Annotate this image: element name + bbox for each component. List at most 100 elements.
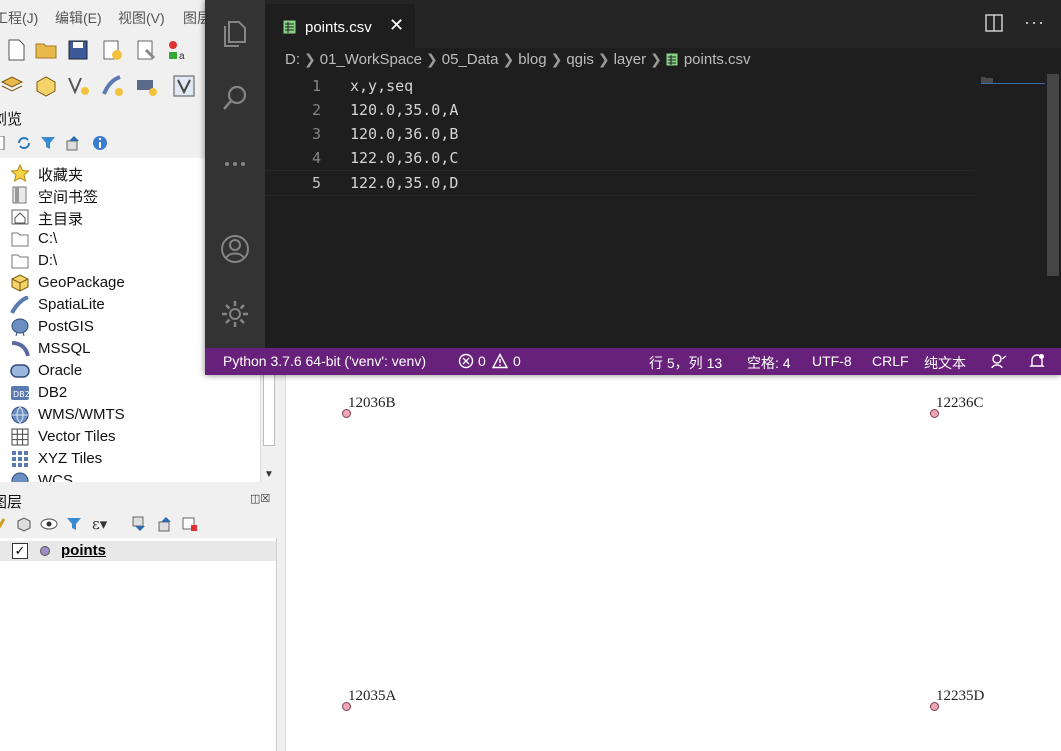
tree-item-xyz-tiles[interactable]: XYZ Tiles (10, 448, 260, 470)
qgis-file-toolbar: a (0, 34, 210, 68)
code-line[interactable]: 3 120.0,36.0,B (265, 122, 975, 146)
expression-filter-icon[interactable]: ε▾ (92, 515, 107, 533)
new-geopackage-icon[interactable] (34, 74, 58, 98)
folder-icon (11, 232, 29, 247)
breadcrumb-item[interactable]: D: (285, 51, 300, 68)
settings-gear-icon[interactable] (219, 298, 251, 330)
remove-layer-icon[interactable] (182, 516, 198, 532)
code-line-current[interactable]: 5 122.0,35.0,D (265, 170, 975, 196)
tab-title: points.csv (305, 19, 372, 36)
search-icon[interactable] (219, 82, 251, 114)
layer-visibility-checkbox[interactable]: ✓ (12, 543, 28, 559)
menu-edit[interactable]: 编辑(E) (55, 8, 102, 28)
mssql-icon (11, 341, 30, 357)
cursor-position[interactable]: 行 5，列 13 (649, 353, 722, 373)
python-interpreter[interactable]: Python 3.7.6 64-bit ('venv': venv) (223, 353, 426, 369)
breadcrumb-file[interactable]: points.csv (684, 51, 751, 68)
line-text[interactable]: x,y,seq (350, 77, 413, 95)
code-line[interactable]: 2 120.0,35.0,A (265, 98, 975, 122)
error-count[interactable]: 0 (478, 353, 486, 369)
code-editor[interactable]: 1 x,y,seq 2 120.0,35.0,A 3 120.0,36.0,B … (265, 74, 1061, 348)
scroll-down-arrow-icon[interactable]: ▼ (264, 469, 274, 480)
map-canvas[interactable]: 12036B 12236C 12035A 12235D (285, 375, 1061, 751)
split-editor-icon[interactable] (985, 14, 1003, 32)
layer-name[interactable]: points (61, 542, 106, 559)
code-line[interactable]: 4 122.0,36.0,C (265, 146, 975, 170)
filter-legend-icon[interactable] (66, 516, 82, 532)
tree-item-db2[interactable]: DB2 DB2 (10, 382, 260, 404)
breadcrumb-item[interactable]: layer (614, 51, 647, 68)
encoding[interactable]: UTF-8 (812, 353, 852, 369)
data-source-manager-icon[interactable] (0, 74, 24, 98)
collapse-all-icon[interactable] (66, 135, 82, 151)
visibility-eye-icon[interactable] (40, 516, 58, 532)
new-print-layout-icon[interactable] (100, 38, 124, 62)
save-project-icon[interactable] (66, 38, 90, 62)
add-vector-layer-icon[interactable] (172, 74, 196, 98)
breadcrumb-item[interactable]: 01_WorkSpace (320, 51, 422, 68)
add-group-icon[interactable] (16, 516, 32, 532)
line-number: 5 (311, 174, 321, 192)
editor-scroll-thumb[interactable] (1047, 74, 1059, 276)
info-icon[interactable] (92, 135, 108, 151)
breadcrumb-item[interactable]: qgis (566, 51, 594, 68)
more-views-icon[interactable] (219, 148, 251, 180)
warning-icon[interactable] (492, 353, 508, 369)
code-line[interactable]: 1 x,y,seq (265, 74, 975, 98)
close-icon[interactable]: ✕ (389, 15, 404, 36)
new-shapefile-icon[interactable] (66, 74, 90, 98)
layout-manager-icon[interactable] (134, 38, 158, 62)
open-project-icon[interactable] (34, 38, 58, 62)
account-icon[interactable] (219, 233, 251, 265)
csv-file-icon (283, 20, 296, 34)
editor-scrollbar[interactable] (1045, 74, 1061, 348)
style-panel-icon[interactable] (0, 517, 6, 531)
browser-panel-title: 浏览 (0, 111, 23, 128)
indentation[interactable]: 空格: 4 (747, 353, 791, 373)
layer-row-points[interactable]: ✓ points (0, 541, 276, 561)
db2-icon: DB2 (11, 386, 30, 400)
line-number: 1 (311, 77, 321, 95)
tree-item-wms[interactable]: WMS/WMTS (10, 404, 260, 426)
globe-icon (11, 472, 29, 482)
menu-view[interactable]: 视图(V) (118, 8, 165, 28)
oracle-icon (10, 364, 30, 378)
qgis-menubar: 工程(J) 编辑(E) 视图(V) 图层 (0, 0, 211, 32)
more-actions-icon[interactable]: ··· (1024, 12, 1045, 33)
breadcrumb-item[interactable]: 05_Data (442, 51, 499, 68)
line-number: 2 (311, 101, 321, 119)
breadcrumb: D: ❯ 01_WorkSpace ❯ 05_Data ❯ blog ❯ qgis ❯ layer ❯… (285, 50, 751, 74)
menu-project[interactable]: 工程(J) (0, 8, 38, 28)
notifications-bell-icon[interactable] (1029, 353, 1045, 369)
expand-all-icon[interactable] (132, 516, 148, 532)
error-icon[interactable] (458, 353, 474, 369)
tree-item-wcs[interactable]: WCS (10, 470, 260, 482)
explorer-icon[interactable] (219, 18, 251, 50)
tab-points-csv[interactable]: points.csv ✕ (265, 4, 415, 48)
add-selected-icon[interactable] (0, 136, 6, 150)
breadcrumb-item[interactable]: blog (518, 51, 546, 68)
end-of-line[interactable]: CRLF (872, 353, 909, 369)
line-text[interactable]: 120.0,36.0,B (350, 125, 458, 143)
map-label-c: 12236C (936, 395, 984, 411)
new-project-icon[interactable] (4, 38, 28, 62)
feedback-icon[interactable] (991, 353, 1007, 369)
filter-icon[interactable] (40, 135, 56, 151)
warning-count[interactable]: 0 (513, 353, 521, 369)
collapse-all-icon[interactable] (158, 516, 174, 532)
line-text[interactable]: 122.0,36.0,C (350, 149, 458, 167)
style-manager-icon[interactable]: a (166, 38, 190, 62)
new-spatialite-icon[interactable] (100, 74, 124, 98)
map-label-a: 12035A (348, 688, 397, 704)
layers-panel-title: 图层 (0, 494, 23, 511)
line-text[interactable]: 122.0,35.0,D (350, 174, 458, 192)
language-mode[interactable]: 纯文本 (924, 353, 966, 373)
globe-icon (11, 406, 29, 424)
tree-item-vector-tiles[interactable]: Vector Tiles (10, 426, 260, 448)
panel-float-close-icons[interactable]: ◫☒ (250, 492, 270, 505)
tiles-icon (12, 451, 28, 467)
line-text[interactable]: 120.0,35.0,A (350, 101, 458, 119)
activity-bar (205, 0, 265, 348)
refresh-icon[interactable] (16, 135, 32, 151)
new-virtual-layer-icon[interactable] (134, 74, 158, 98)
